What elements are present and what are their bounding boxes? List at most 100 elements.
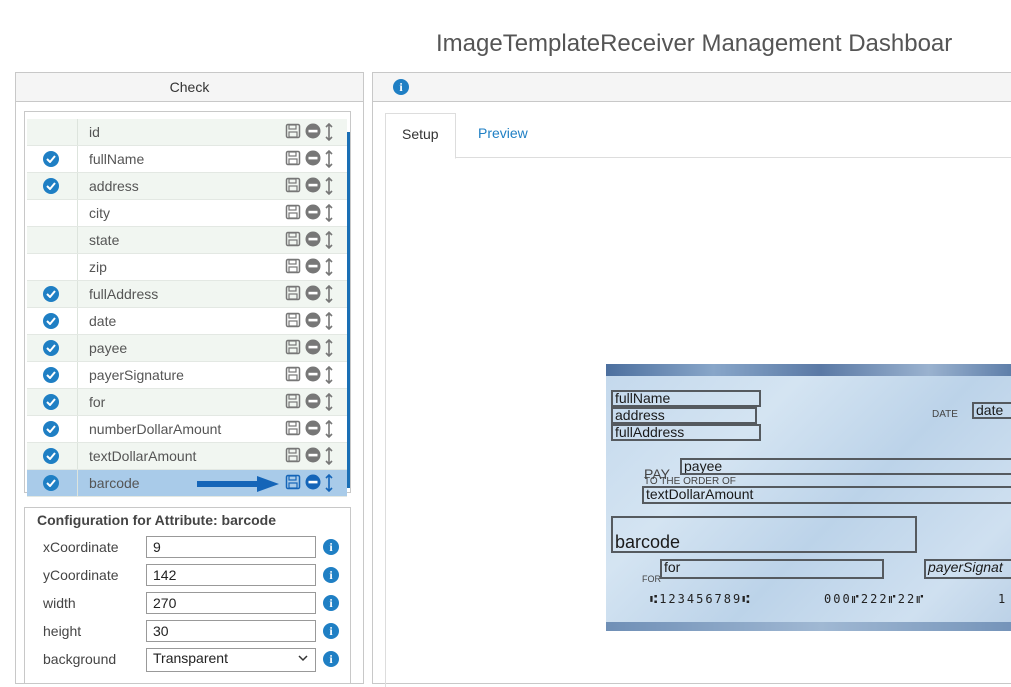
list-scrollbar[interactable] [347, 132, 350, 488]
save-icon[interactable] [285, 366, 301, 387]
save-icon[interactable] [285, 123, 301, 144]
save-icon[interactable] [285, 258, 301, 279]
minus-circle-icon[interactable] [305, 339, 321, 360]
attribute-check-cell[interactable] [27, 362, 78, 388]
save-icon[interactable] [285, 231, 301, 252]
attribute-row[interactable]: for [27, 389, 347, 416]
move-vertical-icon[interactable] [324, 419, 334, 443]
minus-circle-icon[interactable] [305, 123, 321, 144]
save-icon[interactable] [285, 312, 301, 333]
info-icon[interactable]: i [323, 539, 339, 555]
save-icon[interactable] [285, 150, 301, 171]
move-vertical-icon[interactable] [324, 176, 334, 200]
info-icon[interactable]: i [323, 567, 339, 583]
move-vertical-icon[interactable] [324, 392, 334, 416]
attribute-check-cell[interactable] [27, 254, 78, 280]
xcoordinate-input[interactable] [146, 536, 316, 558]
field-box-address[interactable]: address [611, 407, 757, 424]
save-icon[interactable] [285, 177, 301, 198]
move-vertical-icon[interactable] [324, 473, 334, 497]
attribute-check-cell[interactable] [27, 389, 78, 415]
attribute-row[interactable]: barcode [27, 470, 347, 497]
attribute-row[interactable]: textDollarAmount [27, 443, 347, 470]
minus-circle-icon[interactable] [305, 150, 321, 171]
attribute-check-cell[interactable] [27, 200, 78, 226]
field-box-fullname[interactable]: fullName [611, 390, 761, 407]
height-input[interactable] [146, 620, 316, 642]
attribute-row[interactable]: date [27, 308, 347, 335]
attribute-check-cell[interactable] [27, 335, 78, 361]
attribute-check-cell[interactable] [27, 227, 78, 253]
attribute-row[interactable]: numberDollarAmount [27, 416, 347, 443]
attribute-check-cell[interactable] [27, 281, 78, 307]
attribute-row[interactable]: fullName [27, 146, 347, 173]
check-circle-icon[interactable] [43, 313, 59, 329]
attribute-check-cell[interactable] [27, 443, 78, 469]
attribute-check-cell[interactable] [27, 146, 78, 172]
field-box-textdollaramount[interactable]: textDollarAmount [642, 486, 1011, 504]
move-vertical-icon[interactable] [324, 365, 334, 389]
save-icon[interactable] [285, 420, 301, 441]
attribute-check-cell[interactable] [27, 119, 78, 145]
info-icon[interactable]: i [323, 651, 339, 667]
attribute-row[interactable]: payee [27, 335, 347, 362]
field-box-for[interactable]: for [660, 559, 884, 579]
minus-circle-icon[interactable] [305, 258, 321, 279]
move-vertical-icon[interactable] [324, 122, 334, 146]
save-icon[interactable] [285, 339, 301, 360]
minus-circle-icon[interactable] [305, 285, 321, 306]
move-vertical-icon[interactable] [324, 284, 334, 308]
minus-circle-icon[interactable] [305, 393, 321, 414]
minus-circle-icon[interactable] [305, 447, 321, 468]
field-box-date[interactable]: date [972, 402, 1011, 419]
width-input[interactable] [146, 592, 316, 614]
attribute-check-cell[interactable] [27, 470, 78, 496]
check-circle-icon[interactable] [43, 286, 59, 302]
attribute-check-cell[interactable] [27, 416, 78, 442]
field-box-payersignature[interactable]: payerSignat [924, 559, 1011, 579]
minus-circle-icon[interactable] [305, 312, 321, 333]
move-vertical-icon[interactable] [324, 203, 334, 227]
move-vertical-icon[interactable] [324, 149, 334, 173]
minus-circle-icon[interactable] [305, 204, 321, 225]
attribute-row[interactable]: state [27, 227, 347, 254]
background-select[interactable]: Transparent [146, 648, 316, 672]
save-icon[interactable] [285, 285, 301, 306]
ycoordinate-input[interactable] [146, 564, 316, 586]
field-box-barcode[interactable]: barcode [611, 516, 917, 553]
save-icon[interactable] [285, 447, 301, 468]
check-circle-icon[interactable] [43, 151, 59, 167]
field-box-fulladdress[interactable]: fullAddress [611, 424, 761, 441]
check-circle-icon[interactable] [43, 340, 59, 356]
save-icon[interactable] [285, 474, 301, 495]
minus-circle-icon[interactable] [305, 420, 321, 441]
check-circle-icon[interactable] [43, 367, 59, 383]
tab-setup[interactable]: Setup [385, 113, 456, 159]
attribute-row[interactable]: fullAddress [27, 281, 347, 308]
info-icon[interactable]: i [323, 595, 339, 611]
attribute-row[interactable]: address [27, 173, 347, 200]
minus-circle-icon[interactable] [305, 231, 321, 252]
move-vertical-icon[interactable] [324, 230, 334, 254]
check-circle-icon[interactable] [43, 448, 59, 464]
field-box-payee[interactable]: payee [680, 458, 1011, 475]
move-vertical-icon[interactable] [324, 257, 334, 281]
tab-preview[interactable]: Preview [462, 113, 544, 157]
save-icon[interactable] [285, 204, 301, 225]
minus-circle-icon[interactable] [305, 366, 321, 387]
attribute-list[interactable]: id fullName address city state zip fullAddress… [24, 111, 351, 497]
attribute-row[interactable]: id [27, 119, 347, 146]
check-circle-icon[interactable] [43, 421, 59, 437]
attribute-check-cell[interactable] [27, 173, 78, 199]
move-vertical-icon[interactable] [324, 338, 334, 362]
check-circle-icon[interactable] [43, 394, 59, 410]
check-circle-icon[interactable] [43, 475, 59, 491]
move-vertical-icon[interactable] [324, 311, 334, 335]
save-icon[interactable] [285, 393, 301, 414]
attribute-row[interactable]: payerSignature [27, 362, 347, 389]
attribute-check-cell[interactable] [27, 308, 78, 334]
info-icon[interactable]: i [323, 623, 339, 639]
attribute-row[interactable]: city [27, 200, 347, 227]
minus-circle-icon[interactable] [305, 177, 321, 198]
attribute-row[interactable]: zip [27, 254, 347, 281]
